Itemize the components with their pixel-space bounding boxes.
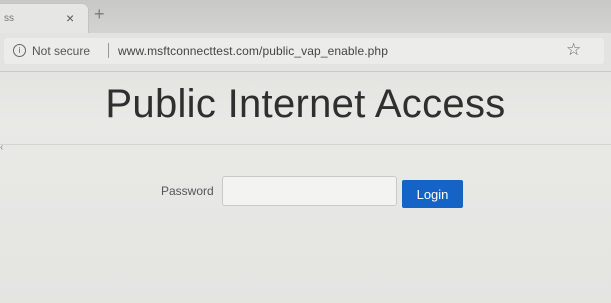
tab-title: ss [4,13,14,24]
page-title: Public Internet Access [105,82,506,126]
password-label: Password [161,184,214,198]
tab-active[interactable]: ss × [0,4,88,33]
password-field[interactable] [222,176,397,206]
login-button[interactable]: Login [402,180,463,208]
tab-strip: ss × + [0,0,611,33]
info-icon[interactable]: i [13,44,26,57]
security-status[interactable]: Not secure [32,44,90,58]
star-icon[interactable]: ☆ [566,40,581,60]
address-divider [108,43,109,58]
url-text[interactable]: www.msftconnecttest.com/public_vap_enabl… [118,44,388,58]
browser-window: ss × + i Not secure www.msftconnecttest.… [0,0,611,303]
new-tab-icon[interactable]: + [94,3,105,25]
close-icon[interactable]: × [66,9,74,27]
page-content: ‹ Public Internet Access Password Login [0,72,611,303]
address-bar[interactable]: i Not secure www.msftconnecttest.com/pub… [4,38,604,64]
toolbar: i Not secure www.msftconnecttest.com/pub… [0,33,611,72]
title-divider [0,144,611,145]
